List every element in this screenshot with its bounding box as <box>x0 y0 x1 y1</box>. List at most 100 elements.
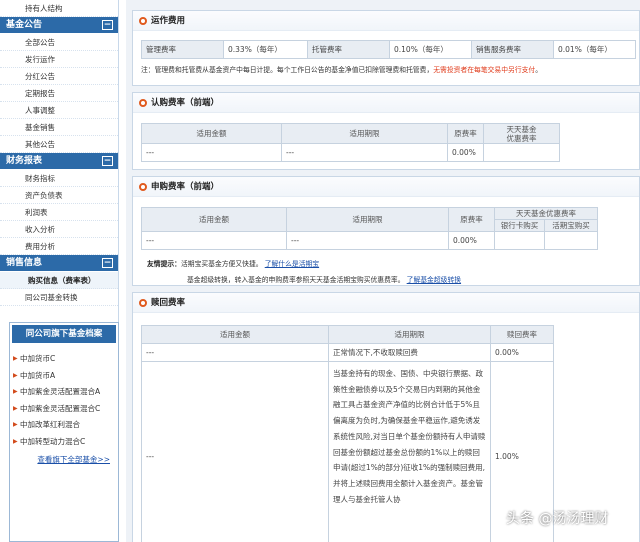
table-cell: 正常情况下,不收取赎回费 <box>328 343 491 362</box>
column-header: 适用期限 <box>286 207 449 232</box>
sidebar-item[interactable]: 全部公告 <box>0 34 118 51</box>
column-header: 原费率 <box>448 207 495 232</box>
column-header: 适用金额 <box>141 325 329 344</box>
watermark: 头条 @汤汤理财 <box>506 511 609 527</box>
collapse-icon[interactable]: − <box>102 20 113 30</box>
panel-title: 申购费率（前端） <box>151 182 220 192</box>
arrow-right-icon: ▶ <box>13 404 18 412</box>
operating-fees-table: 管理费率 0.33%（每年） 托管费率 0.10%（每年） 销售服务费率 0.0… <box>141 40 636 59</box>
sidebar-item[interactable]: 利润表 <box>0 204 118 221</box>
table-cell: --- <box>286 231 449 250</box>
column-header: 原费率 <box>447 123 484 144</box>
table-cell: 0.00% <box>490 343 554 362</box>
arrow-right-icon: ▶ <box>13 421 18 428</box>
section-header-announcements[interactable]: 基金公告 − <box>0 17 118 34</box>
arrow-right-icon: ▶ <box>13 437 18 445</box>
table-cell <box>494 231 545 250</box>
subscription-panel: 认购费率（前端） 适用金额 适用期限 原费率 天天基金 优惠费率 --- ---… <box>132 92 640 170</box>
section-header-financials[interactable]: 财务报表 − <box>0 153 118 170</box>
panel-header: 赎回费率 <box>133 293 639 313</box>
fee-label: 托管费率 <box>307 40 390 59</box>
main-content: 运作费用 管理费率 0.33%（每年） 托管费率 0.10%（每年） 销售服务费… <box>126 0 640 542</box>
sidebar-item[interactable]: 费用分析 <box>0 238 118 255</box>
arrow-right-icon: ▶ <box>13 355 18 362</box>
column-header: 适用金额 <box>141 123 282 144</box>
table-cell <box>483 143 560 162</box>
purchase-table: 适用金额 适用期限 原费率 天天基金优惠费率 银行卡购买 活期宝购买 --- -… <box>141 207 598 250</box>
fee-note: 注：管理费和托管费从基金资产中每日计提。每个工作日公告的基金净值已扣除管理费和托… <box>141 66 543 74</box>
fee-value: 0.10%（每年） <box>389 40 472 59</box>
fund-link[interactable]: ▶ 中加紫金灵活配置混合C <box>10 401 118 418</box>
table-cell: 0.00% <box>448 231 495 250</box>
sidebar-item-purchase-info[interactable]: 购买信息（费率表） <box>0 272 118 289</box>
sidebar-item[interactable]: 财务指标 <box>0 170 118 187</box>
purchase-tip: 友情提示：活期宝买基金方便又快捷。 了解什么是活期宝 <box>147 260 320 268</box>
column-header: 适用期限 <box>328 325 491 344</box>
table-cell: --- <box>141 361 329 542</box>
panel-header: 认购费率（前端） <box>133 93 639 113</box>
table-cell: 0.00% <box>447 143 484 162</box>
learn-conversion-link[interactable]: 了解基金超级转换 <box>407 276 461 284</box>
column-header: 适用金额 <box>141 207 287 232</box>
purchase-panel: 申购费率（前端） 适用金额 适用期限 原费率 天天基金优惠费率 银行卡购买 活期… <box>132 176 640 286</box>
sidebar-item[interactable]: 发行运作 <box>0 51 118 68</box>
panel-title: 认购费率（前端） <box>151 98 220 108</box>
view-all-funds-link[interactable]: 查看旗下全部基金>> <box>10 454 118 465</box>
panel-title: 运作费用 <box>151 16 186 26</box>
sidebar-item[interactable]: 定期报告 <box>0 85 118 102</box>
section-header-sales[interactable]: 销售信息 − <box>0 255 118 272</box>
column-header: 天天基金 优惠费率 <box>483 123 560 144</box>
panel-title: 赎回费率 <box>151 298 186 308</box>
table-cell: --- <box>141 343 329 362</box>
arrow-right-icon: ▶ <box>13 388 18 395</box>
conversion-tip: 基金超级转换，转入基金的申购费率参照天天基金活期宝购买优惠费率。 了解基金超级转… <box>187 276 462 284</box>
collapse-icon[interactable]: − <box>102 258 113 268</box>
subscription-table: 适用金额 适用期限 原费率 天天基金 优惠费率 --- --- 0.00% <box>141 123 560 162</box>
fee-label: 销售服务费率 <box>471 40 554 59</box>
sidebar-item[interactable]: 资产负债表 <box>0 187 118 204</box>
table-cell: --- <box>141 143 282 162</box>
table-cell <box>544 231 598 250</box>
fund-link[interactable]: ▶ 中加紫金灵活配置混合A <box>10 384 118 401</box>
sidebar-item[interactable]: 收入分析 <box>0 221 118 238</box>
sidebar-item[interactable]: 人事调整 <box>0 102 118 119</box>
sidebar-item[interactable]: 其他公告 <box>0 136 118 153</box>
table-cell: --- <box>281 143 448 162</box>
column-header: 银行卡购买 <box>494 219 545 232</box>
table-cell: --- <box>141 231 287 250</box>
fee-label: 管理费率 <box>141 40 224 59</box>
fund-link[interactable]: ▶ 中加货币C <box>10 351 118 368</box>
operating-fees-panel: 运作费用 管理费率 0.33%（每年） 托管费率 0.10%（每年） 销售服务费… <box>132 10 640 86</box>
section-title: 财务报表 <box>6 156 43 166</box>
panel-header: 申购费率（前端） <box>133 177 639 197</box>
section-title: 基金公告 <box>6 20 43 30</box>
redemption-table: 适用金额 适用期限 赎回费率 --- 正常情况下,不收取赎回费 0.00% --… <box>141 325 554 542</box>
fund-link[interactable]: ▶ 中加货币A <box>10 368 118 385</box>
column-header: 天天基金优惠费率 <box>494 207 598 220</box>
redemption-panel: 赎回费率 适用金额 适用期限 赎回费率 --- 正常情况下,不收取赎回费 0.0… <box>132 292 640 542</box>
table-cell: 当基金持有的现金、国债、中央银行票据、政策性金融债券以及5个交易日内到期的其他金… <box>328 361 491 542</box>
collapse-icon[interactable]: − <box>102 156 113 166</box>
column-header: 适用期限 <box>281 123 448 144</box>
sidebar-item-holder-structure[interactable]: 持有人结构 <box>0 0 118 17</box>
circle-bullet-icon <box>139 17 147 25</box>
panel-header: 运作费用 <box>133 11 639 31</box>
fund-box-title: 同公司旗下基金档案 <box>12 325 116 343</box>
fund-link[interactable]: ▶ 中加改革红利混合 <box>10 417 118 434</box>
column-header: 赎回费率 <box>490 325 554 344</box>
circle-bullet-icon <box>139 183 147 191</box>
sidebar-item[interactable]: 分红公告 <box>0 68 118 85</box>
circle-bullet-icon <box>139 99 147 107</box>
fund-link[interactable]: ▶ 中加转型动力混合C <box>10 434 118 451</box>
company-fund-box: 同公司旗下基金档案 ▶ 中加货币C ▶ 中加货币A ▶ 中加紫金灵活配置混合A ▶ 中加… <box>9 322 119 542</box>
fee-value: 0.01%（每年） <box>553 40 636 59</box>
fee-value: 0.33%（每年） <box>223 40 308 59</box>
sidebar: 持有人结构 基金公告 − 全部公告 发行运作 分红公告 定期报告 人事调整 基金… <box>0 0 119 542</box>
sidebar-item-fund-conversion[interactable]: 同公司基金转换 <box>0 289 118 306</box>
arrow-right-icon: ▶ <box>13 371 18 379</box>
learn-huoqibao-link[interactable]: 了解什么是活期宝 <box>265 260 319 268</box>
circle-bullet-icon <box>139 299 147 307</box>
sidebar-item[interactable]: 基金销售 <box>0 119 118 136</box>
section-title: 销售信息 <box>6 258 43 268</box>
column-header: 活期宝购买 <box>544 219 598 232</box>
